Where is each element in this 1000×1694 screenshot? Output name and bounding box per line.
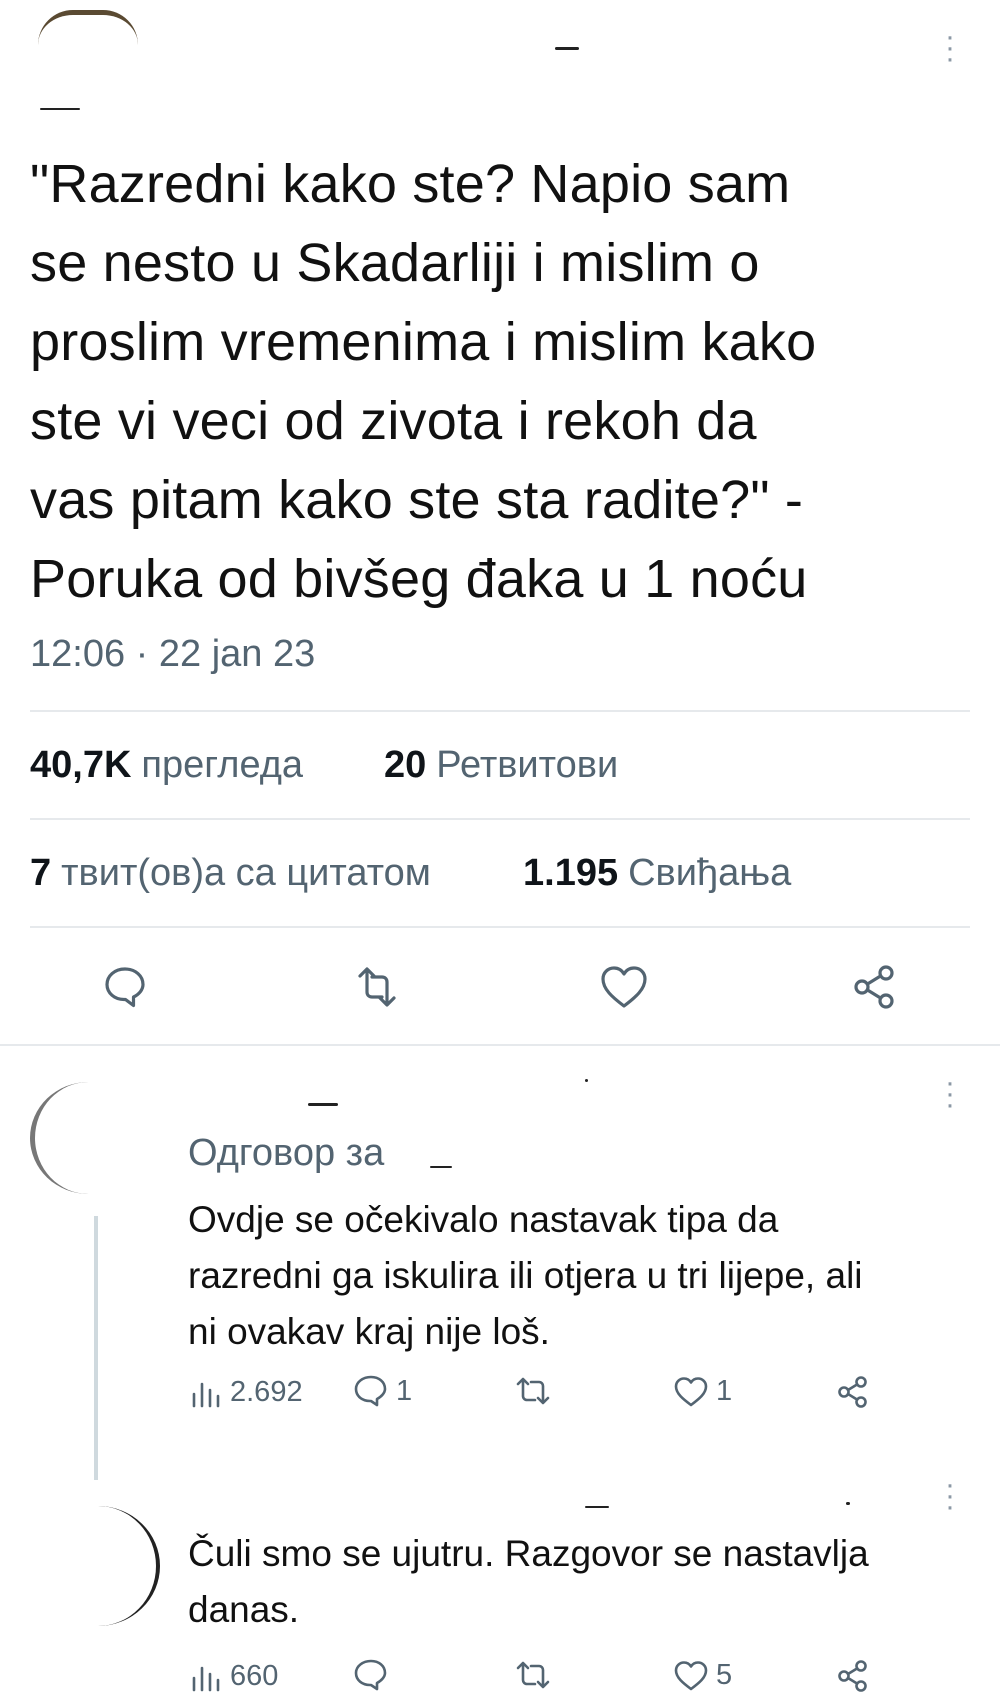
reply-text: Ovdje se očekivalo nastavak tipa da razr…: [188, 1192, 968, 1360]
reply-tweet[interactable]: · · · Čuli smo se ujutru. Razgovor se nast…: [0, 1446, 1000, 1692]
retweets-count: 20: [384, 744, 427, 786]
views-label: прегледа: [141, 744, 304, 786]
retweet-icon: [516, 1377, 550, 1405]
share-icon: [838, 1376, 867, 1408]
tweet-text-line: vas pitam kako ste sta radite?" -: [30, 470, 804, 530]
thread-line: [94, 1216, 98, 1480]
like-count: 1: [716, 1374, 733, 1407]
retweets-stat[interactable]: 20 Ретвитови: [384, 744, 618, 787]
reply-text-line: danas.: [188, 1589, 300, 1630]
tweet-text-line: "Razredni kako ste? Napio sam: [30, 154, 791, 214]
quotes-stat[interactable]: 7 твит(ов)а са цитатом: [30, 852, 431, 895]
divider: [30, 926, 970, 928]
like-button[interactable]: [598, 962, 650, 1012]
retweet-button[interactable]: [350, 962, 404, 1012]
redacted-name-mark: [555, 47, 579, 50]
avatar[interactable]: [36, 1506, 160, 1626]
more-options-icon[interactable]: · · ·: [940, 1068, 960, 1120]
reply-text-line: ni ovakav kraj nije loš.: [188, 1311, 550, 1352]
tweet-text-line: Poruka od bivšeg đaka u 1 noću: [30, 549, 808, 609]
reply-count: 1: [396, 1374, 413, 1407]
more-options-icon[interactable]: · · ·: [940, 1470, 960, 1522]
divider: [30, 710, 970, 712]
quotes-count: 7: [30, 852, 52, 894]
avatar[interactable]: [38, 10, 138, 45]
like-icon: [601, 966, 647, 1008]
likes-stat[interactable]: 1.195 Свиђања: [523, 852, 791, 895]
divider: [30, 818, 970, 820]
reply-icon: [105, 967, 145, 1008]
reply-button[interactable]: [352, 1658, 396, 1692]
share-icon: [838, 1660, 867, 1692]
reply-text-line: Ovdje se očekivalo nastavak tipa da: [188, 1199, 779, 1240]
retweet-icon: [358, 967, 396, 1007]
like-icon: [674, 1377, 708, 1407]
reply-button[interactable]: 1: [352, 1374, 412, 1408]
views-count: 40,7K: [30, 744, 132, 786]
views-button[interactable]: 2.692: [190, 1376, 303, 1409]
redacted-name-mark: [308, 1103, 338, 1106]
avatar[interactable]: [30, 1082, 147, 1194]
like-icon: [674, 1661, 708, 1691]
reply-text-line: razredni ga iskulira ili otjera u tri li…: [188, 1255, 863, 1296]
tweet-text-line: proslim vremenima i mislim kako: [30, 312, 817, 372]
views-count: 660: [230, 1660, 279, 1692]
likes-label: Свиђања: [628, 852, 792, 894]
retweets-label: Ретвитови: [436, 744, 619, 786]
views-count: 2.692: [230, 1376, 303, 1408]
tweet-text-line: ste vi veci od zivota i rekoh da: [30, 391, 757, 451]
share-button[interactable]: [850, 962, 900, 1012]
redacted-handle-mark: [40, 108, 80, 110]
share-button[interactable]: [834, 1374, 872, 1410]
reply-icon: [354, 1375, 387, 1407]
like-button[interactable]: 1: [672, 1374, 732, 1408]
reply-button[interactable]: [100, 962, 150, 1012]
views-stat[interactable]: 40,7K прегледа: [30, 744, 303, 787]
analytics-icon: [192, 1666, 220, 1691]
quotes-label: твит(ов)а са цитатом: [61, 852, 431, 894]
tweet-timestamp[interactable]: 12:06 · 22 jan 23: [30, 633, 315, 676]
redacted-name-mark: [585, 1506, 609, 1508]
reply-tweet[interactable]: · · · Одговор за Ovdje se očekivalo nastav…: [0, 1046, 1000, 1480]
likes-count: 1.195: [523, 852, 619, 894]
redacted-name-mark: [585, 1079, 588, 1082]
share-icon: [854, 965, 894, 1009]
like-count: 5: [716, 1658, 733, 1691]
retweet-button[interactable]: [512, 1374, 560, 1408]
tweet-text: "Razredni kako ste? Napio sam se nesto u…: [30, 145, 970, 619]
retweet-button[interactable]: [512, 1658, 560, 1692]
retweet-icon: [516, 1661, 550, 1689]
reply-icon: [354, 1659, 387, 1691]
share-button[interactable]: [834, 1658, 872, 1694]
reply-text-line: Čuli smo se ujutru. Razgovor se nastavlj…: [188, 1533, 869, 1574]
tweet-header: · · ·: [0, 0, 1000, 120]
like-button[interactable]: 5: [672, 1658, 732, 1692]
redacted-name-mark: [846, 1502, 850, 1505]
reply-text: Čuli smo se ujutru. Razgovor se nastavlj…: [188, 1526, 968, 1638]
more-options-icon[interactable]: · · ·: [940, 22, 960, 74]
redacted-mention-mark: [430, 1166, 452, 1168]
analytics-icon: [192, 1382, 220, 1407]
tweet-text-line: se nesto u Skadarliji i mislim o: [30, 233, 760, 293]
reply-to-label: Одговор за: [188, 1132, 385, 1174]
views-button[interactable]: 660: [190, 1660, 278, 1693]
